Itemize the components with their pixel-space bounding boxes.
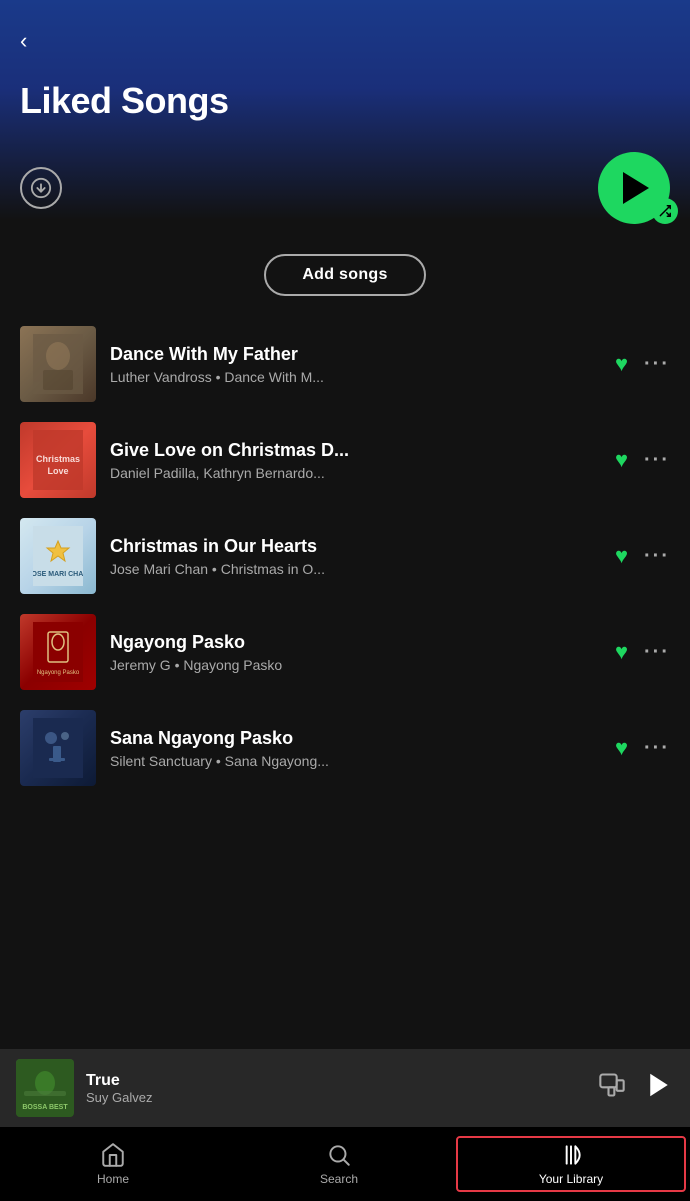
controls-row	[0, 142, 690, 244]
library-icon	[558, 1142, 584, 1168]
nav-item-library[interactable]: Your Library	[456, 1136, 686, 1192]
song-art-1	[20, 326, 96, 402]
svg-text:Love: Love	[47, 466, 68, 476]
back-button[interactable]: ‹	[20, 28, 27, 54]
play-shuffle-group	[598, 152, 670, 224]
song-subtitle-3: Jose Mari Chan • Christmas in O...	[110, 561, 601, 577]
list-item[interactable]: Christmas Love Give Love on Christmas D.…	[0, 412, 690, 508]
song-subtitle-4: Jeremy G • Ngayong Pasko	[110, 657, 601, 673]
shuffle-badge	[652, 198, 678, 224]
more-button-2[interactable]: ···	[644, 449, 670, 472]
svg-text:BOSSA BEST: BOSSA BEST	[22, 1104, 68, 1111]
more-button-4[interactable]: ···	[644, 641, 670, 664]
song-title-1: Dance With My Father	[110, 344, 601, 365]
svg-text:JOSE MARI CHAN: JOSE MARI CHAN	[33, 571, 83, 578]
list-item[interactable]: Ngayong Pasko Ngayong Pasko Jeremy G • N…	[0, 604, 690, 700]
like-button-4[interactable]: ♥	[615, 639, 628, 665]
device-icon[interactable]	[598, 1071, 626, 1105]
now-playing-controls	[598, 1070, 674, 1107]
list-item[interactable]: Dance With My Father Luther Vandross • D…	[0, 316, 690, 412]
song-art-4: Ngayong Pasko	[20, 614, 96, 690]
list-item[interactable]: Sana Ngayong Pasko Silent Sanctuary • Sa…	[0, 700, 690, 796]
song-title-4: Ngayong Pasko	[110, 632, 601, 653]
download-button[interactable]	[20, 167, 62, 209]
nav-item-home[interactable]: Home	[0, 1134, 226, 1194]
song-actions-5: ♥ ···	[615, 735, 670, 761]
song-art-2: Christmas Love	[20, 422, 96, 498]
search-icon	[326, 1142, 352, 1168]
svg-text:Ngayong Pasko: Ngayong Pasko	[37, 670, 80, 676]
home-icon	[100, 1142, 126, 1168]
play-triangle-icon	[623, 172, 649, 204]
now-playing-info: True Suy Galvez	[86, 1072, 586, 1105]
svg-text:Christmas: Christmas	[36, 454, 80, 464]
shuffle-icon	[658, 204, 672, 218]
like-button-1[interactable]: ♥	[615, 351, 628, 377]
song-subtitle-1: Luther Vandross • Dance With M...	[110, 369, 601, 385]
song-actions-3: ♥ ···	[615, 543, 670, 569]
now-playing-artist: Suy Galvez	[86, 1090, 586, 1105]
song-info-2: Give Love on Christmas D... Daniel Padil…	[110, 440, 601, 481]
song-title-5: Sana Ngayong Pasko	[110, 728, 601, 749]
song-art-3: JOSE MARI CHAN	[20, 518, 96, 594]
song-list: Dance With My Father Luther Vandross • D…	[0, 316, 690, 796]
list-item[interactable]: JOSE MARI CHAN Christmas in Our Hearts J…	[0, 508, 690, 604]
song-info-5: Sana Ngayong Pasko Silent Sanctuary • Sa…	[110, 728, 601, 769]
like-button-5[interactable]: ♥	[615, 735, 628, 761]
like-button-3[interactable]: ♥	[615, 543, 628, 569]
song-subtitle-5: Silent Sanctuary • Sana Ngayong...	[110, 753, 601, 769]
song-actions-1: ♥ ···	[615, 351, 670, 377]
nav-label-library: Your Library	[539, 1172, 603, 1186]
song-info-4: Ngayong Pasko Jeremy G • Ngayong Pasko	[110, 632, 601, 673]
more-button-3[interactable]: ···	[644, 545, 670, 568]
song-title-3: Christmas in Our Hearts	[110, 536, 601, 557]
song-info-1: Dance With My Father Luther Vandross • D…	[110, 344, 601, 385]
song-info-3: Christmas in Our Hearts Jose Mari Chan •…	[110, 536, 601, 577]
now-playing-bar[interactable]: BOSSA BEST True Suy Galvez	[0, 1049, 690, 1127]
song-title-2: Give Love on Christmas D...	[110, 440, 601, 461]
now-playing-play-button[interactable]	[644, 1070, 674, 1107]
add-songs-button[interactable]: Add songs	[264, 254, 425, 296]
play-button[interactable]	[598, 152, 670, 224]
add-songs-row: Add songs	[0, 244, 690, 316]
song-actions-4: ♥ ···	[615, 639, 670, 665]
nav-label-search: Search	[320, 1172, 358, 1186]
now-playing-art: BOSSA BEST	[16, 1059, 74, 1117]
song-art-5	[20, 710, 96, 786]
song-subtitle-2: Daniel Padilla, Kathryn Bernardo...	[110, 465, 601, 481]
download-icon	[30, 177, 52, 199]
more-button-5[interactable]: ···	[644, 737, 670, 760]
page-title: Liked Songs	[20, 80, 670, 122]
nav-label-home: Home	[97, 1172, 129, 1186]
more-button-1[interactable]: ···	[644, 353, 670, 376]
like-button-2[interactable]: ♥	[615, 447, 628, 473]
nav-item-search[interactable]: Search	[226, 1134, 452, 1194]
now-playing-title: True	[86, 1072, 586, 1090]
song-actions-2: ♥ ···	[615, 447, 670, 473]
bottom-nav: Home Search Your Library	[0, 1127, 690, 1201]
